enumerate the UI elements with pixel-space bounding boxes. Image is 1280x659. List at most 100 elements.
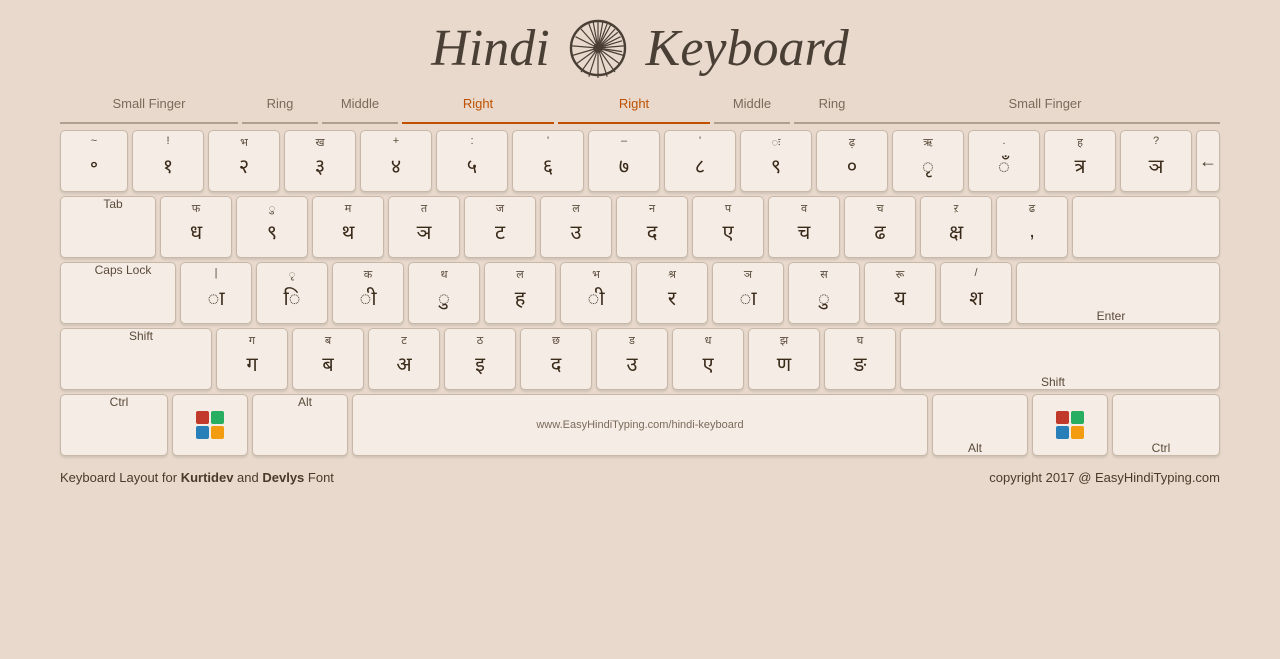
key-bracket-open[interactable]: ह त्र [1044, 130, 1116, 192]
key-i[interactable]: प ए [692, 196, 764, 258]
page-header: Hindi [431, 18, 849, 78]
key-3[interactable]: ख ३ [284, 130, 356, 192]
key-e[interactable]: म थ [312, 196, 384, 258]
key-m[interactable]: ध ए [672, 328, 744, 390]
key-2[interactable]: भ २ [208, 130, 280, 192]
key-backspace[interactable]: ← [1196, 130, 1220, 192]
key-n[interactable]: ड उ [596, 328, 668, 390]
key-top: ब [325, 333, 331, 348]
key-j[interactable]: श्र र [636, 262, 708, 324]
key-6[interactable]: ' ६ [512, 130, 584, 192]
key-period[interactable]: घ ङ [824, 328, 896, 390]
key-row-2: Tab फ ध ु ९ म थ त ञ ज ट ल उ न द [60, 196, 1220, 258]
key-top: भ [592, 267, 600, 282]
key-main: ७ [619, 152, 629, 179]
key-t[interactable]: ज ट [464, 196, 536, 258]
key-top: ! [166, 135, 169, 147]
key-k[interactable]: ञ ा [712, 262, 784, 324]
alt-right-label: Alt [968, 441, 982, 455]
key-top: | [215, 267, 218, 279]
key-v[interactable]: ठ इ [444, 328, 516, 390]
key-x[interactable]: ब ब [292, 328, 364, 390]
key-main: ँ [998, 152, 1010, 179]
key-main: ञ [417, 218, 432, 245]
key-capslock[interactable]: Caps Lock [60, 262, 176, 324]
key-p[interactable]: च ढ [844, 196, 916, 258]
alt-left-label: Alt [298, 395, 312, 409]
key-7[interactable]: – ७ [588, 130, 660, 192]
key-backtick[interactable]: ~ ॰ [60, 130, 128, 192]
key-8[interactable]: ' ८ [664, 130, 736, 192]
key-shift-right[interactable]: Shift [900, 328, 1220, 390]
key-main: ९ [771, 152, 781, 179]
key-semicolon[interactable]: रू य [864, 262, 936, 324]
key-0[interactable]: ढ़ ० [816, 130, 888, 192]
key-top: प [725, 201, 731, 216]
key-alt-left[interactable]: Alt [252, 394, 348, 456]
key-top: झ [780, 333, 788, 348]
key-f[interactable]: थ ु [408, 262, 480, 324]
key-backslash[interactable] [1072, 196, 1220, 258]
key-h[interactable]: भ ी [560, 262, 632, 324]
key-u[interactable]: न द [616, 196, 688, 258]
key-win-right[interactable] [1032, 394, 1108, 456]
keyboard: Small Finger Ring Middle Right Right Mid… [60, 96, 1220, 460]
key-bracket-close[interactable]: ? ञ [1120, 130, 1192, 192]
key-equals[interactable]: . ँ [968, 130, 1040, 192]
key-top: ढ़ [849, 135, 855, 150]
key-top: थ [440, 267, 447, 282]
key-g[interactable]: ल ह [484, 262, 556, 324]
key-left-bracket[interactable]: ऱ क्ष [920, 196, 992, 258]
key-row-5: Ctrl Alt www.EasyHindiTyping.com/hindi-k… [60, 394, 1220, 456]
key-main: ग [246, 350, 257, 377]
key-alt-right[interactable]: Alt [932, 394, 1028, 456]
key-s[interactable]: ृ ि [256, 262, 328, 324]
key-o[interactable]: व च [768, 196, 840, 258]
key-b[interactable]: छ द [520, 328, 592, 390]
key-5[interactable]: : ५ [436, 130, 508, 192]
key-main: १ [163, 152, 173, 179]
key-main: ए [702, 350, 713, 377]
key-1[interactable]: ! १ [132, 130, 204, 192]
key-d[interactable]: क ी [332, 262, 404, 324]
key-main: ण [777, 350, 791, 377]
key-main: ढ [874, 218, 885, 245]
finger-label-right-left: Right [402, 96, 554, 124]
key-4[interactable]: + ४ [360, 130, 432, 192]
key-comma[interactable]: झ ण [748, 328, 820, 390]
key-main: ० [847, 152, 857, 179]
key-ctrl-right[interactable]: Ctrl [1112, 394, 1220, 456]
key-r[interactable]: त ञ [388, 196, 460, 258]
key-main: च [798, 218, 811, 245]
key-top: म [345, 201, 352, 216]
key-enter[interactable]: Enter [1016, 262, 1220, 324]
key-win-left[interactable] [172, 394, 248, 456]
key-top: ध [705, 333, 712, 348]
key-minus[interactable]: ऋ ृ [892, 130, 964, 192]
key-top: ृ [289, 267, 296, 282]
key-quote[interactable]: / श [940, 262, 1012, 324]
key-9[interactable]: ः ९ [740, 130, 812, 192]
key-a[interactable]: | ा [180, 262, 252, 324]
key-w[interactable]: ु ९ [236, 196, 308, 258]
key-top: – [621, 135, 627, 147]
capslock-label: Caps Lock [95, 263, 152, 277]
key-top: ' [547, 135, 549, 147]
key-tab[interactable]: Tab [60, 196, 156, 258]
key-main: ९ [267, 218, 277, 245]
key-space[interactable]: www.EasyHindiTyping.com/hindi-keyboard [352, 394, 928, 456]
key-main: ध [190, 218, 202, 245]
key-c[interactable]: ट अ [368, 328, 440, 390]
key-main: अ [396, 350, 411, 377]
finger-label-ring-left: Ring [242, 96, 318, 124]
key-ctrl-left[interactable]: Ctrl [60, 394, 168, 456]
key-q[interactable]: फ ध [160, 196, 232, 258]
key-top: ? [1153, 135, 1159, 147]
key-main: क्ष [949, 218, 963, 245]
key-z[interactable]: ग ग [216, 328, 288, 390]
key-shift-left[interactable]: Shift [60, 328, 212, 390]
key-y[interactable]: ल उ [540, 196, 612, 258]
key-right-bracket[interactable]: ढ , [996, 196, 1068, 258]
key-l[interactable]: स ु [788, 262, 860, 324]
backspace-icon: ← [1199, 151, 1217, 172]
